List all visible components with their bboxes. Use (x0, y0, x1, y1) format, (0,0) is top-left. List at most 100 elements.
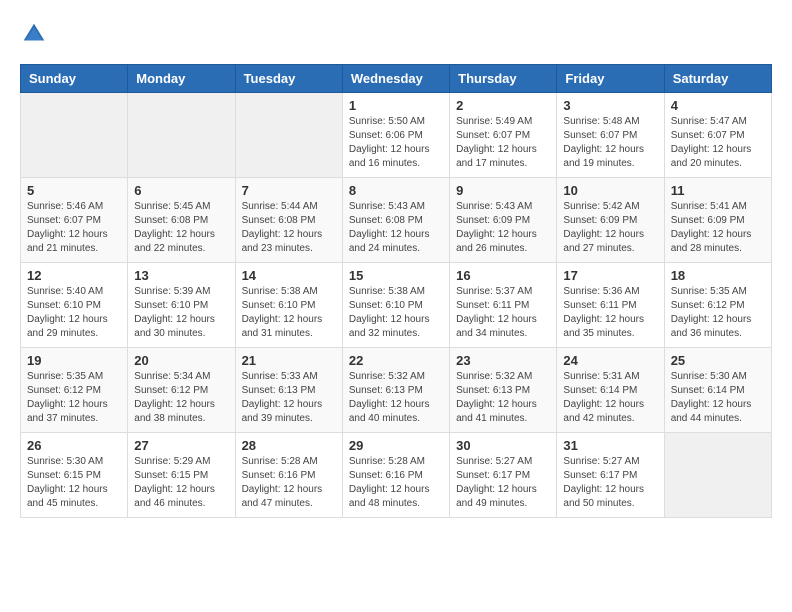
day-content: Sunrise: 5:43 AM Sunset: 6:09 PM Dayligh… (456, 200, 550, 256)
calendar-header-saturday: Saturday (664, 65, 771, 93)
day-number: 20 (134, 353, 228, 368)
day-content: Sunrise: 5:27 AM Sunset: 6:17 PM Dayligh… (456, 455, 550, 511)
day-content: Sunrise: 5:28 AM Sunset: 6:16 PM Dayligh… (242, 455, 336, 511)
day-number: 15 (349, 268, 443, 283)
day-content: Sunrise: 5:48 AM Sunset: 6:07 PM Dayligh… (563, 115, 657, 171)
day-content: Sunrise: 5:45 AM Sunset: 6:08 PM Dayligh… (134, 200, 228, 256)
day-number: 7 (242, 183, 336, 198)
day-content: Sunrise: 5:27 AM Sunset: 6:17 PM Dayligh… (563, 455, 657, 511)
calendar-cell: 2 Sunrise: 5:49 AM Sunset: 6:07 PM Daylig… (450, 93, 557, 178)
calendar-cell: 8 Sunrise: 5:43 AM Sunset: 6:08 PM Daylig… (342, 178, 449, 263)
day-content: Sunrise: 5:42 AM Sunset: 6:09 PM Dayligh… (563, 200, 657, 256)
day-number: 30 (456, 438, 550, 453)
calendar-cell: 12Sunrise: 5:40 AM Sunset: 6:10 PM Dayli… (21, 263, 128, 348)
day-content: Sunrise: 5:41 AM Sunset: 6:09 PM Dayligh… (671, 200, 765, 256)
day-number: 19 (27, 353, 121, 368)
calendar-cell: 26 Sunrise: 5:30 AM Sunset: 6:15 PM Dayli… (21, 433, 128, 518)
day-content: Sunrise: 5:49 AM Sunset: 6:07 PM Dayligh… (456, 115, 550, 171)
day-content: Sunrise: 5:36 AM Sunset: 6:11 PM Dayligh… (563, 285, 657, 341)
calendar-week-row: 5 Sunrise: 5:46 AM Sunset: 6:07 PM Daylig… (21, 178, 772, 263)
day-content: Sunrise: 5:39 AM Sunset: 6:10 PM Dayligh… (134, 285, 228, 341)
calendar-cell: 10 Sunrise: 5:42 AM Sunset: 6:09 PM Dayli… (557, 178, 664, 263)
day-content: Sunrise: 5:30 AM Sunset: 6:14 PM Dayligh… (671, 370, 765, 426)
day-number: 5 (27, 183, 121, 198)
calendar-header-tuesday: Tuesday (235, 65, 342, 93)
calendar-cell: 6 Sunrise: 5:45 AM Sunset: 6:08 PM Daylig… (128, 178, 235, 263)
day-content: Sunrise: 5:28 AM Sunset: 6:16 PM Dayligh… (349, 455, 443, 511)
calendar-cell: 11Sunrise: 5:41 AM Sunset: 6:09 PM Dayli… (664, 178, 771, 263)
calendar-header-wednesday: Wednesday (342, 65, 449, 93)
day-number: 8 (349, 183, 443, 198)
day-content: Sunrise: 5:44 AM Sunset: 6:08 PM Dayligh… (242, 200, 336, 256)
day-content: Sunrise: 5:43 AM Sunset: 6:08 PM Dayligh… (349, 200, 443, 256)
page-header (20, 20, 772, 48)
day-content: Sunrise: 5:35 AM Sunset: 6:12 PM Dayligh… (671, 285, 765, 341)
day-content: Sunrise: 5:30 AM Sunset: 6:15 PM Dayligh… (27, 455, 121, 511)
day-number: 21 (242, 353, 336, 368)
calendar-header-friday: Friday (557, 65, 664, 93)
day-content: Sunrise: 5:38 AM Sunset: 6:10 PM Dayligh… (349, 285, 443, 341)
calendar-cell: 23 Sunrise: 5:32 AM Sunset: 6:13 PM Dayli… (450, 348, 557, 433)
calendar-cell: 1Sunrise: 5:50 AM Sunset: 6:06 PM Daylig… (342, 93, 449, 178)
day-number: 16 (456, 268, 550, 283)
calendar-week-row: 19 Sunrise: 5:35 AM Sunset: 6:12 PM Dayli… (21, 348, 772, 433)
calendar-cell: 7 Sunrise: 5:44 AM Sunset: 6:08 PM Daylig… (235, 178, 342, 263)
day-content: Sunrise: 5:32 AM Sunset: 6:13 PM Dayligh… (456, 370, 550, 426)
calendar-cell: 3 Sunrise: 5:48 AM Sunset: 6:07 PM Daylig… (557, 93, 664, 178)
calendar-week-row: 26 Sunrise: 5:30 AM Sunset: 6:15 PM Dayli… (21, 433, 772, 518)
day-content: Sunrise: 5:32 AM Sunset: 6:13 PM Dayligh… (349, 370, 443, 426)
calendar-cell: 22 Sunrise: 5:32 AM Sunset: 6:13 PM Dayli… (342, 348, 449, 433)
day-content: Sunrise: 5:46 AM Sunset: 6:07 PM Dayligh… (27, 200, 121, 256)
calendar-cell (128, 93, 235, 178)
day-number: 24 (563, 353, 657, 368)
day-number: 18 (671, 268, 765, 283)
calendar-cell: 20 Sunrise: 5:34 AM Sunset: 6:12 PM Dayli… (128, 348, 235, 433)
day-number: 4 (671, 98, 765, 113)
day-number: 14 (242, 268, 336, 283)
day-number: 23 (456, 353, 550, 368)
day-content: Sunrise: 5:47 AM Sunset: 6:07 PM Dayligh… (671, 115, 765, 171)
calendar-cell: 14 Sunrise: 5:38 AM Sunset: 6:10 PM Dayli… (235, 263, 342, 348)
day-content: Sunrise: 5:31 AM Sunset: 6:14 PM Dayligh… (563, 370, 657, 426)
calendar-week-row: 1Sunrise: 5:50 AM Sunset: 6:06 PM Daylig… (21, 93, 772, 178)
calendar-header-thursday: Thursday (450, 65, 557, 93)
calendar-table: SundayMondayTuesdayWednesdayThursdayFrid… (20, 64, 772, 518)
calendar-cell: 25 Sunrise: 5:30 AM Sunset: 6:14 PM Dayli… (664, 348, 771, 433)
day-number: 29 (349, 438, 443, 453)
calendar-cell: 21 Sunrise: 5:33 AM Sunset: 6:13 PM Dayli… (235, 348, 342, 433)
day-content: Sunrise: 5:35 AM Sunset: 6:12 PM Dayligh… (27, 370, 121, 426)
day-number: 2 (456, 98, 550, 113)
day-content: Sunrise: 5:50 AM Sunset: 6:06 PM Dayligh… (349, 115, 443, 171)
day-content: Sunrise: 5:29 AM Sunset: 6:15 PM Dayligh… (134, 455, 228, 511)
day-number: 10 (563, 183, 657, 198)
day-content: Sunrise: 5:34 AM Sunset: 6:12 PM Dayligh… (134, 370, 228, 426)
calendar-cell: 30 Sunrise: 5:27 AM Sunset: 6:17 PM Dayli… (450, 433, 557, 518)
calendar-cell: 5 Sunrise: 5:46 AM Sunset: 6:07 PM Daylig… (21, 178, 128, 263)
calendar-cell: 18 Sunrise: 5:35 AM Sunset: 6:12 PM Dayli… (664, 263, 771, 348)
logo (20, 20, 52, 48)
calendar-cell: 17 Sunrise: 5:36 AM Sunset: 6:11 PM Dayli… (557, 263, 664, 348)
logo-icon (20, 20, 48, 48)
calendar-header-sunday: Sunday (21, 65, 128, 93)
calendar-week-row: 12Sunrise: 5:40 AM Sunset: 6:10 PM Dayli… (21, 263, 772, 348)
day-number: 28 (242, 438, 336, 453)
calendar-cell: 9Sunrise: 5:43 AM Sunset: 6:09 PM Daylig… (450, 178, 557, 263)
day-number: 22 (349, 353, 443, 368)
day-content: Sunrise: 5:40 AM Sunset: 6:10 PM Dayligh… (27, 285, 121, 341)
day-content: Sunrise: 5:38 AM Sunset: 6:10 PM Dayligh… (242, 285, 336, 341)
day-number: 27 (134, 438, 228, 453)
day-number: 26 (27, 438, 121, 453)
calendar-cell: 31Sunrise: 5:27 AM Sunset: 6:17 PM Dayli… (557, 433, 664, 518)
day-number: 6 (134, 183, 228, 198)
calendar-cell: 16 Sunrise: 5:37 AM Sunset: 6:11 PM Dayli… (450, 263, 557, 348)
calendar-cell: 28 Sunrise: 5:28 AM Sunset: 6:16 PM Dayli… (235, 433, 342, 518)
day-number: 17 (563, 268, 657, 283)
calendar-header-row: SundayMondayTuesdayWednesdayThursdayFrid… (21, 65, 772, 93)
calendar-cell: 19 Sunrise: 5:35 AM Sunset: 6:12 PM Dayli… (21, 348, 128, 433)
day-content: Sunrise: 5:37 AM Sunset: 6:11 PM Dayligh… (456, 285, 550, 341)
day-number: 3 (563, 98, 657, 113)
calendar-cell: 13Sunrise: 5:39 AM Sunset: 6:10 PM Dayli… (128, 263, 235, 348)
calendar-cell: 4 Sunrise: 5:47 AM Sunset: 6:07 PM Daylig… (664, 93, 771, 178)
day-content: Sunrise: 5:33 AM Sunset: 6:13 PM Dayligh… (242, 370, 336, 426)
day-number: 25 (671, 353, 765, 368)
